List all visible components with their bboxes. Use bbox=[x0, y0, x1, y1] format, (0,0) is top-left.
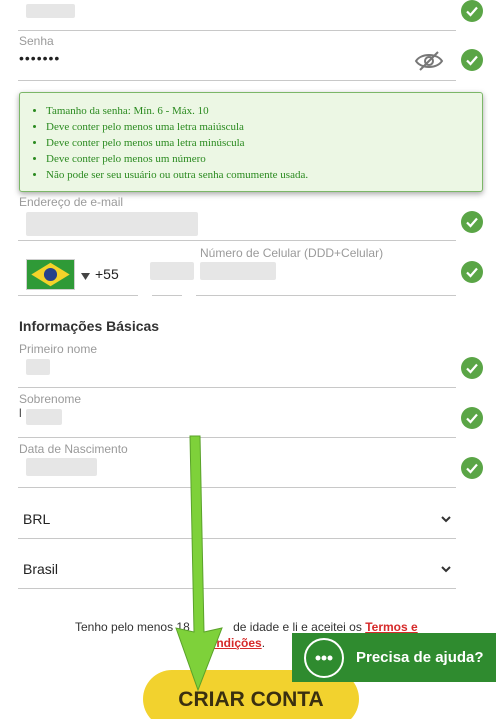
last-name-valid-check-icon bbox=[461, 407, 483, 429]
email-underline bbox=[18, 240, 456, 241]
phone-valid-check-icon bbox=[461, 261, 483, 283]
username-value-blurred bbox=[26, 4, 75, 18]
phone-country-code: +55 bbox=[95, 266, 119, 282]
help-chat-button[interactable]: Precisa de ajuda? bbox=[292, 633, 496, 682]
password-rule: Deve conter pelo menos um número bbox=[46, 151, 482, 167]
country-dropdown-arrow-icon[interactable] bbox=[81, 268, 90, 280]
password-rule: Deve conter pelo menos uma letra minúscu… bbox=[46, 135, 482, 151]
phone-label: Número de Celular (DDD+Celular) bbox=[200, 246, 384, 260]
terms-text-line2: ondições. bbox=[209, 636, 265, 650]
eye-slash-icon[interactable] bbox=[414, 50, 444, 72]
terms-text-middle: de idade e li e aceitei os bbox=[233, 620, 362, 634]
phone-underline-2 bbox=[152, 295, 182, 296]
terms-text: Tenho pelo menos 18 de idade e li e acei… bbox=[75, 620, 418, 634]
password-rule: Tamanho da senha: Mín. 6 - Máx. 10 bbox=[46, 103, 482, 119]
first-name-value-blurred[interactable] bbox=[26, 359, 50, 375]
password-input[interactable]: ••••••• bbox=[19, 50, 399, 72]
password-valid-check-icon bbox=[461, 49, 483, 71]
first-name-label: Primeiro nome bbox=[19, 342, 98, 356]
birth-date-label: Data de Nascimento bbox=[19, 442, 128, 456]
terms-text-before: Tenho pelo menos 18 bbox=[75, 620, 190, 634]
last-name-label: Sobrenome bbox=[19, 392, 82, 406]
last-name-underline bbox=[18, 437, 456, 438]
terms-link-continued[interactable]: ondições bbox=[209, 636, 262, 650]
username-valid-check-icon bbox=[461, 0, 483, 22]
first-name-underline bbox=[18, 387, 456, 388]
basic-info-title: Informações Básicas bbox=[19, 318, 160, 334]
phone-number-blurred[interactable] bbox=[200, 262, 276, 280]
password-rule: Deve conter pelo menos uma letra maiúscu… bbox=[46, 119, 482, 135]
chat-bubble-icon bbox=[304, 637, 344, 678]
password-label: Senha bbox=[19, 34, 54, 48]
terms-text-end: . bbox=[261, 636, 266, 650]
country-select[interactable]: Brasil bbox=[18, 549, 456, 589]
currency-value: BRL bbox=[23, 510, 51, 527]
password-rules-tooltip: Tamanho da senha: Mín. 6 - Máx. 10 Deve … bbox=[19, 92, 483, 192]
last-name-value-blurred[interactable] bbox=[26, 409, 62, 425]
password-rule: Não pode ser seu usuário ou outra senha … bbox=[46, 167, 482, 183]
phone-underline-3 bbox=[196, 295, 456, 296]
email-value-blurred[interactable] bbox=[26, 212, 198, 236]
currency-select[interactable]: BRL bbox=[18, 499, 456, 539]
birth-date-underline bbox=[18, 487, 456, 488]
birth-date-valid-check-icon bbox=[461, 457, 483, 479]
chevron-down-icon bbox=[441, 565, 451, 572]
phone-ddd-blurred[interactable] bbox=[150, 262, 194, 280]
country-value: Brasil bbox=[23, 560, 59, 577]
chevron-down-icon bbox=[441, 515, 451, 522]
first-name-valid-check-icon bbox=[461, 357, 483, 379]
terms-link[interactable]: Termos e bbox=[365, 620, 417, 634]
phone-underline-1 bbox=[18, 295, 138, 296]
password-underline bbox=[18, 80, 456, 81]
brazil-flag-icon[interactable] bbox=[26, 259, 75, 290]
last-name-partial: l bbox=[19, 406, 22, 420]
email-valid-check-icon bbox=[461, 211, 483, 233]
username-underline bbox=[18, 30, 456, 31]
help-chat-label: Precisa de ajuda? bbox=[356, 649, 484, 666]
email-label: Endereço de e-mail bbox=[19, 195, 124, 209]
birth-date-value-blurred[interactable] bbox=[26, 458, 97, 476]
